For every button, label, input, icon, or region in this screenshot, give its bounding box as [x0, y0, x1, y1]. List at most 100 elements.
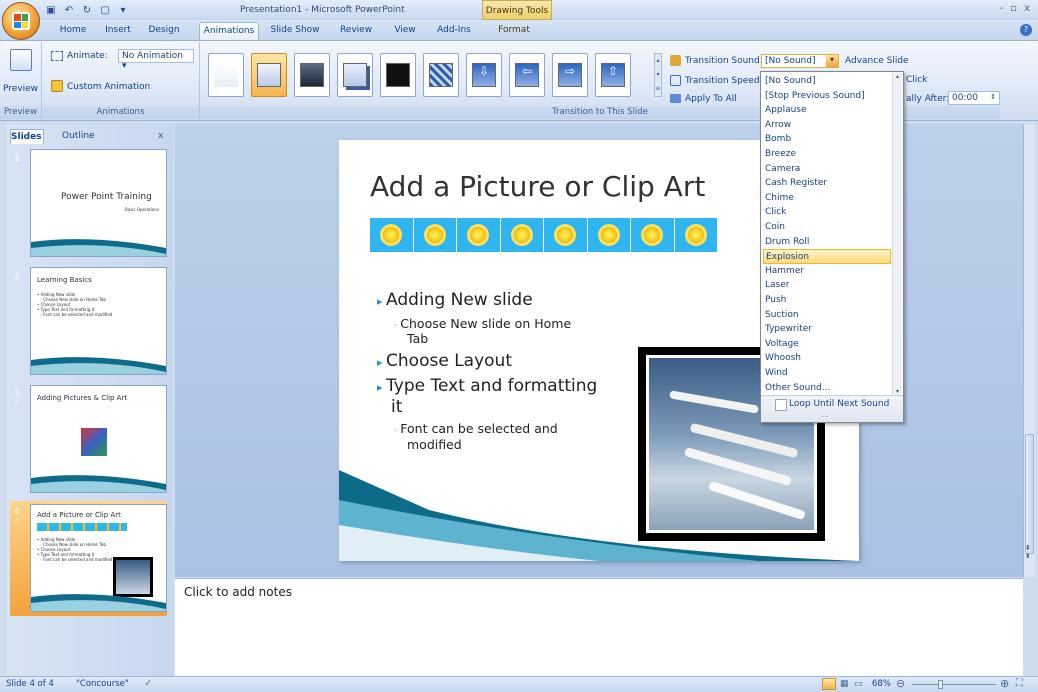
- new-icon[interactable]: ▢: [98, 3, 112, 17]
- transition-none[interactable]: [208, 53, 244, 97]
- sun-icon: [499, 218, 543, 252]
- undo-icon[interactable]: ↶: [62, 3, 76, 17]
- quick-access-toolbar: ▣ ↶ ↻ ▢ ▾: [44, 3, 130, 17]
- sound-option[interactable]: Whoosh: [763, 351, 891, 366]
- tab-view[interactable]: View: [390, 22, 420, 40]
- transition-cut[interactable]: [337, 53, 373, 97]
- sound-option[interactable]: Voltage: [763, 337, 891, 352]
- vertical-scrollbar[interactable]: ⇞ ⇟: [1023, 124, 1035, 577]
- transition-sound-dropdown: ▴ ▾ [No Sound] [Stop Previous Sound] Applau…: [760, 71, 904, 423]
- tab-format[interactable]: Format: [494, 22, 534, 40]
- transition-sound-select[interactable]: [No Sound] ▾: [761, 54, 839, 68]
- sound-option[interactable]: Push: [763, 293, 891, 308]
- sound-option[interactable]: Arrow: [763, 118, 891, 133]
- sound-option[interactable]: Suction: [763, 308, 891, 323]
- transition-cut-black[interactable]: [380, 53, 416, 97]
- custom-animation-button[interactable]: Custom Animation: [67, 82, 150, 92]
- sound-option[interactable]: Click: [763, 205, 891, 220]
- slide-thumbnail-1[interactable]: Power Point Training Basic Operations: [30, 149, 167, 257]
- thumb-body: • Adding New slide ◦ Choose New slide on…: [37, 537, 112, 562]
- sound-option[interactable]: Explosion: [763, 249, 891, 264]
- sound-option[interactable]: Hammer: [763, 264, 891, 279]
- gallery-scroll[interactable]: ▴ ▾ ≡: [654, 53, 662, 97]
- notes-placeholder[interactable]: Click to add notes: [184, 585, 292, 599]
- sound-option[interactable]: Applause: [763, 103, 891, 118]
- zoom-level[interactable]: 68%: [872, 679, 891, 689]
- sound-option[interactable]: Coin: [763, 220, 891, 235]
- slides-tab[interactable]: Slides: [10, 129, 44, 144]
- slide-thumbnail-2[interactable]: Learning Basics • Adding New slide ◦ Cho…: [30, 267, 167, 375]
- window-controls[interactable]: - ▫ x: [999, 3, 1032, 14]
- redo-icon[interactable]: ↻: [80, 3, 94, 17]
- slide-thumbnail-4[interactable]: Add a Picture or Clip Art • Adding New s…: [30, 504, 167, 612]
- slide-title[interactable]: Add a Picture or Clip Art: [370, 170, 705, 203]
- loop-until-next-sound[interactable]: Loop Until Next Sound: [789, 399, 889, 409]
- transition-dissolve[interactable]: [423, 53, 459, 97]
- sound-option[interactable]: [Stop Previous Sound]: [763, 89, 891, 104]
- transition-wipe-down[interactable]: ⇩: [466, 53, 502, 97]
- slide-show-view-icon[interactable]: ▭: [854, 679, 863, 689]
- sound-option[interactable]: Bomb: [763, 132, 891, 147]
- zoom-slider[interactable]: [912, 684, 996, 685]
- animate-select[interactable]: No Animation ▾: [118, 49, 194, 71]
- sound-option[interactable]: Breeze: [763, 147, 891, 162]
- transition-fade-black[interactable]: [294, 53, 330, 97]
- office-button[interactable]: [2, 2, 40, 40]
- tab-insert[interactable]: Insert: [101, 22, 135, 40]
- sound-option[interactable]: Laser: [763, 278, 891, 293]
- fit-to-window-icon[interactable]: ⛶: [1016, 678, 1023, 689]
- sound-option[interactable]: Cash Register: [763, 176, 891, 191]
- sound-option[interactable]: Typewriter: [763, 322, 891, 337]
- loop-checkbox[interactable]: [775, 399, 787, 411]
- chevron-down-icon[interactable]: ▾: [826, 55, 838, 67]
- save-icon[interactable]: ▣: [44, 3, 58, 17]
- animate-label: Animate:: [67, 51, 108, 61]
- tab-animations[interactable]: Animations: [199, 22, 259, 40]
- preview-group-label: Preview: [0, 106, 41, 119]
- tab-add-ins[interactable]: Add-Ins: [434, 22, 474, 40]
- sound-option[interactable]: Camera: [763, 162, 891, 177]
- transition-fade-smoothly[interactable]: [251, 53, 287, 97]
- resize-grip[interactable]: ····: [821, 414, 829, 421]
- slide-thumbnail-3[interactable]: Adding Pictures & Clip Art: [30, 385, 167, 493]
- notes-pane[interactable]: [175, 578, 1023, 678]
- transition-wipe-up[interactable]: ⇧: [595, 53, 631, 97]
- auto-after-spinner[interactable]: 00:00 ⇕: [948, 91, 1000, 105]
- zoom-out-icon[interactable]: ⊖: [896, 677, 905, 690]
- customize-icon[interactable]: ▾: [116, 3, 130, 17]
- close-pane-icon[interactable]: x: [158, 129, 168, 144]
- normal-view-icon[interactable]: [822, 678, 836, 690]
- sun-icon: [630, 218, 674, 252]
- sound-option[interactable]: Drum Roll: [763, 235, 891, 250]
- transition-wipe-right[interactable]: ⇨: [552, 53, 588, 97]
- tab-home[interactable]: Home: [58, 22, 88, 40]
- spelling-check-icon[interactable]: ✓: [144, 678, 152, 689]
- animations-group-label: Animations: [42, 106, 199, 119]
- prev-next-slide-icon[interactable]: ⇞ ⇟: [1025, 544, 1031, 560]
- subbullet-3[interactable]: ◦ Font can be selected and: [393, 421, 558, 436]
- tab-slide-show[interactable]: Slide Show: [266, 22, 324, 40]
- on-mouse-click-option[interactable]: Click: [906, 75, 927, 85]
- tab-design[interactable]: Design: [146, 22, 182, 40]
- sound-option[interactable]: [No Sound]: [763, 74, 891, 89]
- zoom-slider-thumb[interactable]: [938, 680, 943, 689]
- tab-review[interactable]: Review: [336, 22, 376, 40]
- sound-option[interactable]: Chime: [763, 191, 891, 206]
- subbullet-3-cont: modified: [407, 437, 462, 452]
- outline-tab[interactable]: Outline: [52, 129, 98, 144]
- thumb-line: ◦ Font can be selected and modified: [37, 557, 113, 562]
- subbullet-1[interactable]: ◦ Choose New slide on Home: [393, 316, 571, 331]
- slide-sorter-icon[interactable]: ▦: [840, 679, 849, 689]
- bullet-3[interactable]: ▸ Type Text and formatting: [377, 376, 597, 396]
- apply-to-all-button[interactable]: Apply To All: [685, 94, 737, 104]
- preview-button[interactable]: Preview: [3, 84, 38, 94]
- zoom-in-icon[interactable]: ⊕: [1000, 677, 1009, 690]
- transition-wipe-left[interactable]: ⇦: [509, 53, 545, 97]
- bullet-2[interactable]: ▸ Choose Layout: [377, 351, 512, 371]
- sound-option[interactable]: Other Sound...: [763, 381, 891, 396]
- help-icon[interactable]: ?: [1020, 24, 1032, 36]
- dropdown-scrollbar[interactable]: ▴ ▾: [892, 73, 902, 395]
- bullet-1[interactable]: ▸ Adding New slide: [377, 290, 533, 310]
- sound-option[interactable]: Wind: [763, 366, 891, 381]
- scroll-thumb[interactable]: [1025, 434, 1034, 554]
